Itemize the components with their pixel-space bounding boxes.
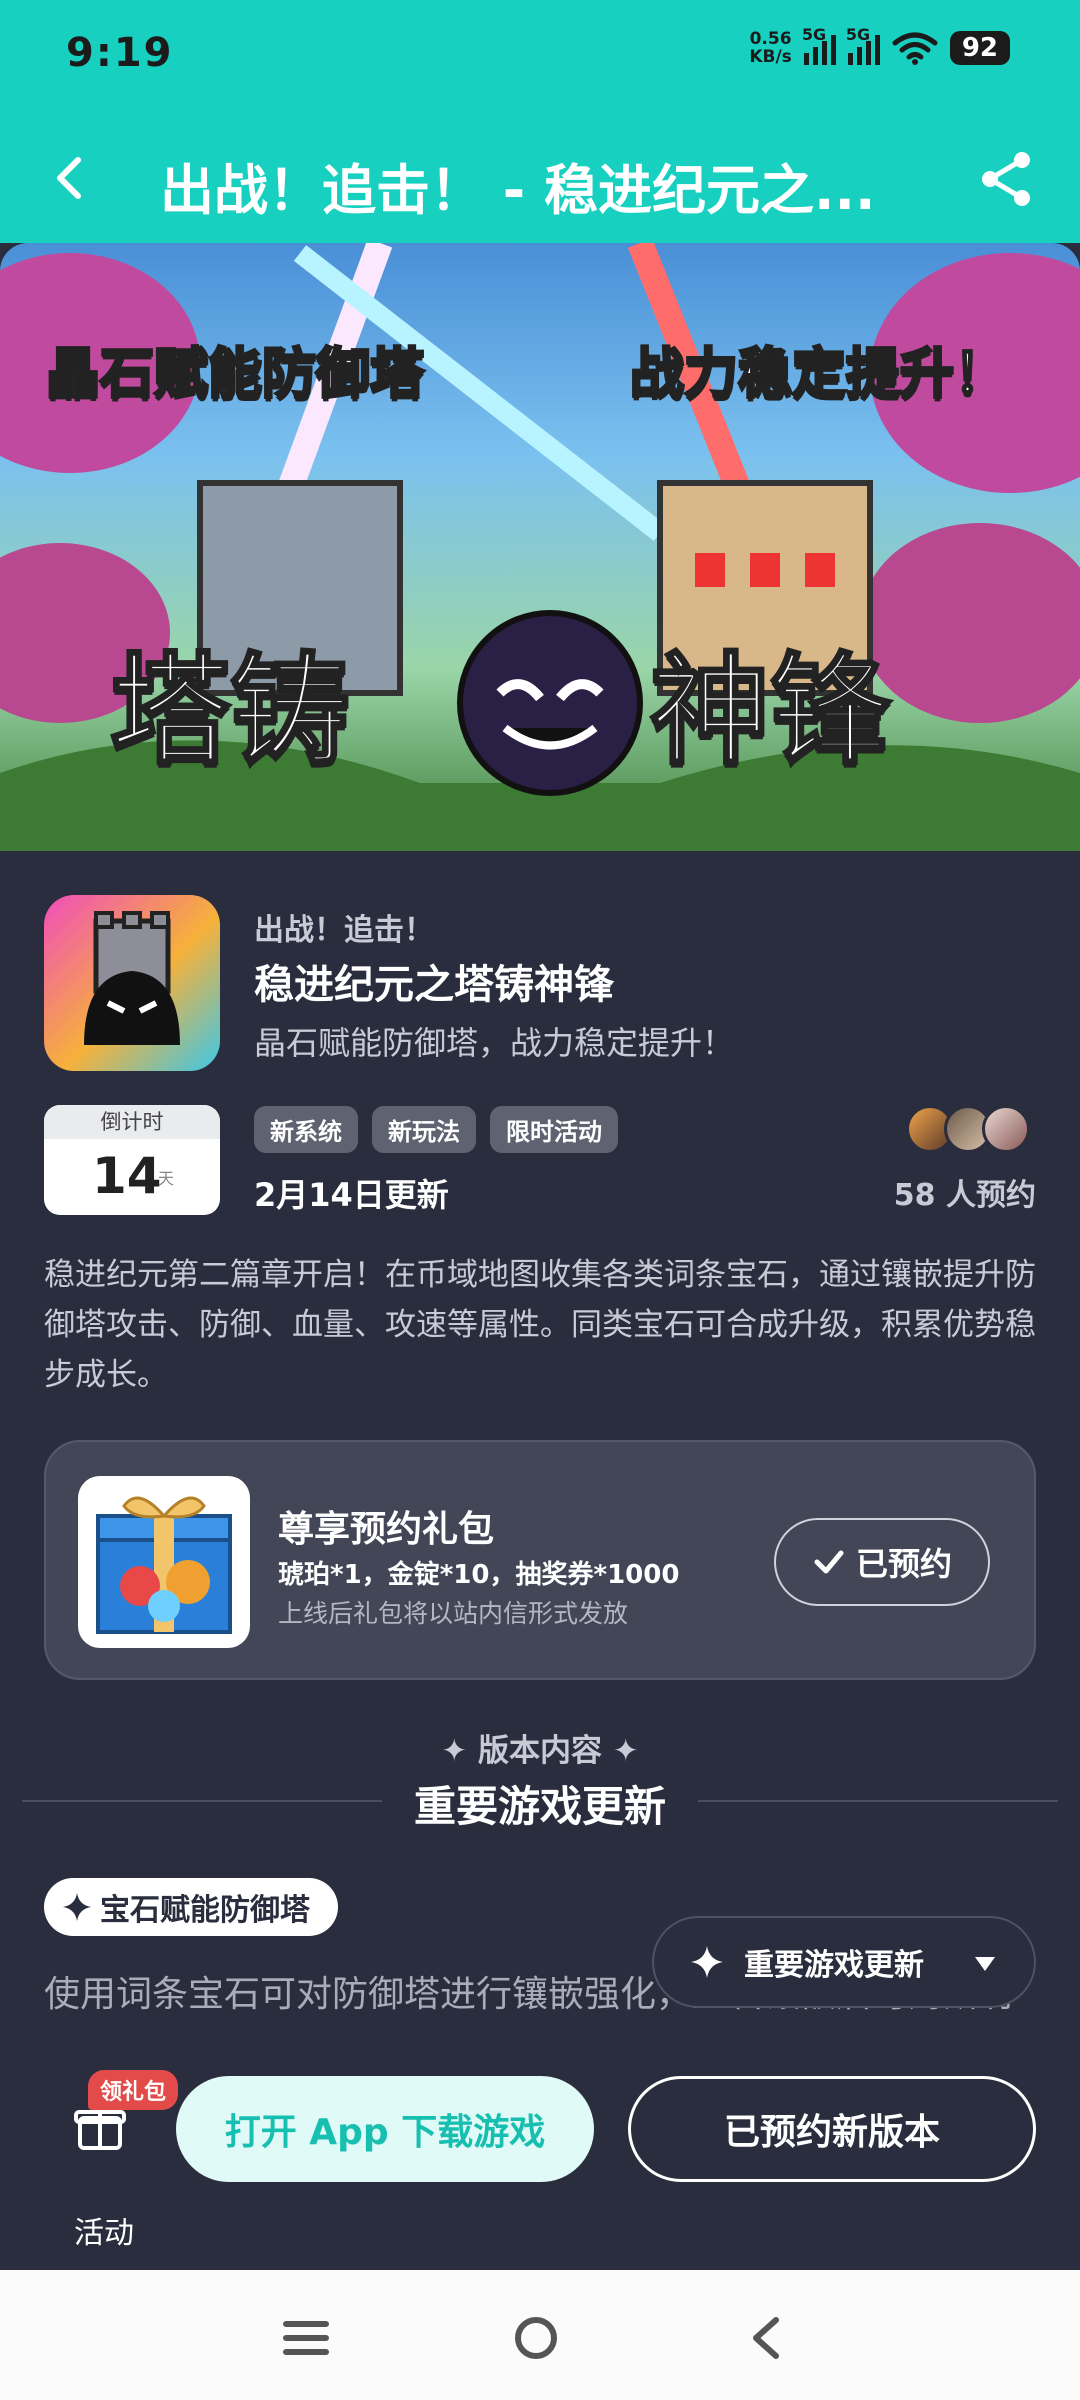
back-icon[interactable] <box>738 2310 794 2366</box>
gift-reserved-button[interactable]: 已预约 <box>774 1518 990 1606</box>
activity-label: 活动 <box>74 2216 134 2251</box>
gift-title: 尊享预约礼包 <box>278 1509 495 1550</box>
back-arrow-icon[interactable] <box>46 148 96 208</box>
section-chip-label: 宝石赋能防御塔 <box>100 1893 310 1928</box>
menu-icon[interactable] <box>278 2310 334 2366</box>
countdown-badge: 倒计时 14 天 <box>44 1105 220 1215</box>
tag-list: 新系统 新玩法 限时活动 <box>254 1106 618 1153</box>
bottom-action-bar: 活动 领礼包 打开 App 下载游戏 已预约新版本 <box>0 2040 1080 2270</box>
reservation-gift-card: 尊享预约礼包 琥珀*1，金锭*10，抽奖券*1000 上线后礼包将以站内信形式发… <box>44 1440 1036 1680</box>
home-icon[interactable] <box>508 2310 564 2366</box>
gift-note: 上线后礼包将以站内信形式发放 <box>278 1599 629 1628</box>
signal-icon: 5G <box>802 25 836 65</box>
banner-logo-right: 神锋 <box>649 641 892 783</box>
avatar <box>982 1105 1030 1153</box>
update-date: 2月14日更新 <box>254 1176 449 1214</box>
check-icon <box>814 1550 844 1574</box>
status-icons: 0.56 KB/s 5G 5G 92 <box>749 25 1010 67</box>
app-icon <box>44 895 220 1071</box>
countdown-value: 14 <box>92 1147 162 1205</box>
tag-new-system[interactable]: 新系统 <box>254 1106 358 1153</box>
section-nav-label: 重要游戏更新 <box>744 1948 924 1983</box>
caret-down-icon <box>975 1957 995 1971</box>
countdown-label: 倒计时 <box>44 1105 220 1139</box>
banner-logo-left: 塔铸 <box>109 641 352 783</box>
battery-indicator: 92 <box>949 31 1010 65</box>
sparkle-icon <box>691 1946 723 1978</box>
app-name: 稳进纪元之塔铸神锋 <box>254 962 614 1008</box>
tag-new-gameplay[interactable]: 新玩法 <box>372 1106 476 1153</box>
gift-reserved-label: 已预约 <box>855 1545 952 1583</box>
system-navigation-bar <box>0 2270 1080 2400</box>
reserver-avatars[interactable] <box>906 1105 1030 1153</box>
open-app-button[interactable]: 打开 App 下载游戏 <box>176 2076 594 2182</box>
section-chip: 宝石赋能防御塔 <box>44 1878 338 1936</box>
tag-limited-event[interactable]: 限时活动 <box>490 1106 618 1153</box>
signal-icon: 5G <box>846 25 880 65</box>
status-time: 9:19 <box>66 30 174 76</box>
countdown-unit: 天 <box>158 1169 175 1188</box>
gift-box-image <box>78 1476 250 1648</box>
gift-badge[interactable]: 领礼包 <box>88 2070 179 2110</box>
banner-tagline-right: 战力稳定提升！ <box>629 341 1010 407</box>
section-nav-dropdown[interactable]: 重要游戏更新 <box>652 1916 1036 2008</box>
sparkle-icon <box>63 1893 91 1921</box>
reserve-count: 58 人预约 <box>893 1178 1036 1213</box>
share-icon[interactable] <box>974 146 1040 212</box>
page-title: 出战！追击！ - 稳进纪元之... <box>160 159 876 222</box>
gift-items: 琥珀*1，金锭*10，抽奖券*1000 <box>278 1560 680 1590</box>
reserved-version-button[interactable]: 已预约新版本 <box>628 2076 1036 2182</box>
game-description: 稳进纪元第二篇章开启！在币域地图收集各类词条宝石，通过镶嵌提升防御塔攻击、防御、… <box>44 1257 1036 1393</box>
net-speed: 0.56 KB/s <box>749 29 792 67</box>
banner-tagline-left: 晶石赋能防御塔 <box>45 341 426 407</box>
app-kicker: 出战！追击！ <box>254 913 434 948</box>
app-subtitle: 晶石赋能防御塔，战力稳定提升！ <box>254 1024 735 1062</box>
top-app-bar: 出战！追击！ - 稳进纪元之... <box>0 118 1080 243</box>
version-kicker: ✦ 版本内容 ✦ <box>441 1733 639 1769</box>
wifi-icon <box>892 32 938 65</box>
version-title: 重要游戏更新 <box>413 1782 666 1831</box>
status-bar: 9:19 0.56 KB/s 5G 5G 92 <box>0 0 1080 118</box>
hero-banner[interactable]: 晶石赋能防御塔 战力稳定提升！ 塔铸 神锋 <box>0 243 1080 851</box>
